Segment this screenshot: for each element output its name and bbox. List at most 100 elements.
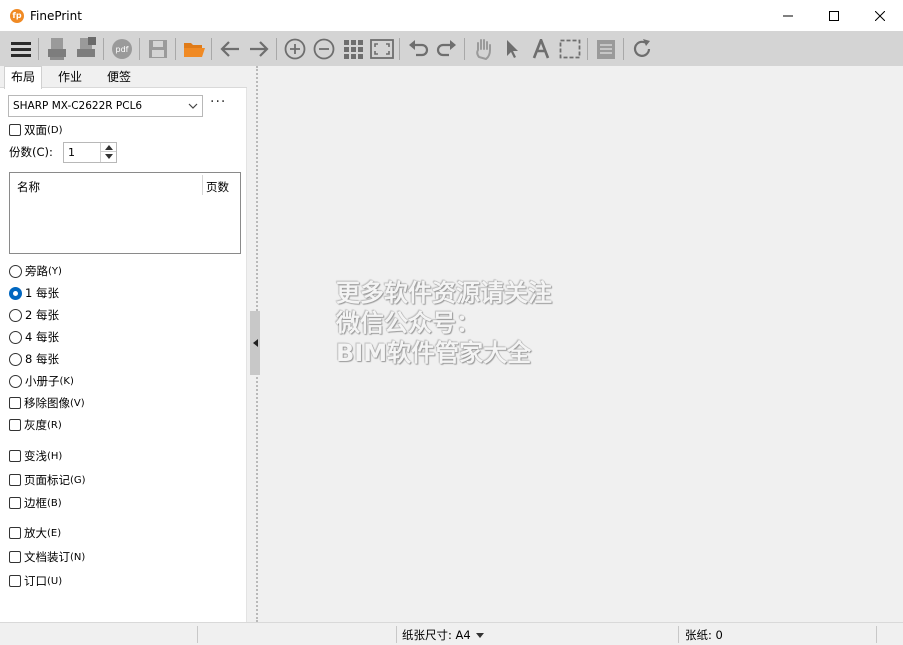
window-controls xyxy=(765,0,903,31)
tab-layout[interactable]: 布局 xyxy=(4,66,43,89)
open-folder-icon xyxy=(183,42,205,57)
select-tool-button[interactable] xyxy=(555,34,584,64)
toolbar-separator xyxy=(587,37,588,60)
toolbar-separator xyxy=(623,37,624,60)
radio-booklet[interactable] xyxy=(9,374,22,388)
notes-button[interactable] xyxy=(591,34,620,64)
tab-notes[interactable]: 便签 xyxy=(101,68,137,88)
printer-dropdown[interactable]: SHARP MX-C2622R PCL6 xyxy=(8,95,203,117)
close-icon xyxy=(875,10,885,21)
layout-option-2up[interactable]: 2 每张 xyxy=(9,307,59,323)
lighten-option[interactable]: 变浅 (H) xyxy=(9,448,62,464)
column-header-pages[interactable]: 页数 xyxy=(206,179,229,195)
lighten-checkbox[interactable] xyxy=(9,450,21,462)
undo-button[interactable] xyxy=(403,34,432,64)
pan-tool-button[interactable] xyxy=(468,34,497,64)
copies-label: 份数(C): xyxy=(9,145,53,159)
copies-decrement-button[interactable] xyxy=(101,152,116,161)
grayscale-option[interactable]: 灰度 (R) xyxy=(9,417,62,433)
refresh-button[interactable] xyxy=(627,34,656,64)
menu-icon xyxy=(10,41,31,57)
printer-selected-value: SHARP MX-C2622R PCL6 xyxy=(13,100,143,112)
collapse-panel-button[interactable] xyxy=(250,311,260,375)
caret-down-icon xyxy=(104,154,113,159)
zoom-in-button[interactable] xyxy=(280,34,309,64)
gutter-checkbox[interactable] xyxy=(9,575,21,587)
save-icon xyxy=(148,39,167,58)
remove-images-option[interactable]: 移除图像 (V) xyxy=(9,395,85,411)
toolbar-separator xyxy=(103,37,104,60)
copies-value: 1 xyxy=(68,146,75,159)
border-checkbox[interactable] xyxy=(9,497,21,509)
menu-button[interactable] xyxy=(6,34,35,64)
pdf-icon: pdf xyxy=(111,38,132,59)
pointer-icon xyxy=(506,39,518,58)
redo-button[interactable] xyxy=(432,34,461,64)
status-divider xyxy=(678,626,679,643)
zoom-out-button[interactable] xyxy=(309,34,338,64)
binding-checkbox[interactable] xyxy=(9,551,21,563)
radio-1up[interactable] xyxy=(9,286,22,300)
column-divider[interactable] xyxy=(202,175,203,195)
radio-4up[interactable] xyxy=(9,330,22,344)
paper-size-label: 纸张尺寸: A4 xyxy=(402,628,471,642)
duplex-checkbox[interactable] xyxy=(9,124,21,136)
toolbar-separator xyxy=(139,37,140,60)
text-tool-button[interactable] xyxy=(526,34,555,64)
radio-2up[interactable] xyxy=(9,308,22,322)
open-button[interactable] xyxy=(179,34,208,64)
print-settings-button[interactable] xyxy=(71,34,100,64)
fit-page-icon xyxy=(369,38,394,59)
binding-option[interactable]: 文档装订 (N) xyxy=(9,549,85,565)
previous-button[interactable] xyxy=(215,34,244,64)
gutter-option[interactable]: 订口 (U) xyxy=(9,573,62,589)
duplex-option[interactable]: 双面 (D) xyxy=(9,122,63,138)
preview-area[interactable]: 更多软件资源请关注 微信公众号： BIM软件管家大全 xyxy=(264,66,903,622)
duplex-label: 双面 xyxy=(24,123,47,137)
layout-option-booklet[interactable]: 小册子 (K) xyxy=(9,373,74,389)
minimize-button[interactable] xyxy=(765,0,811,31)
chevron-down-icon xyxy=(188,103,198,109)
panel-splitter[interactable] xyxy=(247,66,264,622)
printer-more-button[interactable]: ··· xyxy=(210,95,230,111)
copies-spin-buttons xyxy=(100,143,116,162)
printer-icon xyxy=(47,37,66,60)
close-button[interactable] xyxy=(857,0,903,31)
status-bar: 纸张尺寸: A4 张纸: 0 xyxy=(0,622,903,645)
page-marks-option[interactable]: 页面标记 (G) xyxy=(9,472,86,488)
enlarge-checkbox[interactable] xyxy=(9,527,21,539)
print-button[interactable] xyxy=(42,34,71,64)
notes-icon xyxy=(596,39,615,59)
grayscale-checkbox[interactable] xyxy=(9,419,21,431)
layout-option-1up[interactable]: 1 每张 xyxy=(9,285,59,301)
remove-images-checkbox[interactable] xyxy=(9,397,21,409)
watermark-text: 更多软件资源请关注 微信公众号： BIM软件管家大全 xyxy=(336,278,552,368)
paper-size-selector[interactable]: 纸张尺寸: A4 xyxy=(402,627,484,643)
toolbar-separator xyxy=(276,37,277,60)
svg-text:pdf: pdf xyxy=(115,45,128,54)
pointer-tool-button[interactable] xyxy=(497,34,526,64)
border-option[interactable]: 边框 (B) xyxy=(9,495,62,511)
copies-stepper[interactable]: 1 xyxy=(63,142,117,163)
radio-8up[interactable] xyxy=(9,352,22,366)
page-marks-checkbox[interactable] xyxy=(9,474,21,486)
radio-bypass[interactable] xyxy=(9,264,22,278)
maximize-button[interactable] xyxy=(811,0,857,31)
grid-view-button[interactable] xyxy=(338,34,367,64)
column-header-name[interactable]: 名称 xyxy=(17,179,40,195)
layout-option-8up[interactable]: 8 每张 xyxy=(9,351,59,367)
undo-icon xyxy=(408,39,428,56)
copies-increment-button[interactable] xyxy=(101,143,116,152)
layout-option-4up[interactable]: 4 每张 xyxy=(9,329,59,345)
watermark-line-2: 微信公众号： xyxy=(336,309,480,337)
fit-page-button[interactable] xyxy=(367,34,396,64)
next-button[interactable] xyxy=(244,34,273,64)
save-button[interactable] xyxy=(143,34,172,64)
pdf-button[interactable]: pdf xyxy=(107,34,136,64)
enlarge-option[interactable]: 放大 (E) xyxy=(9,525,61,541)
layout-option-bypass[interactable]: 旁路 (Y) xyxy=(9,263,62,279)
job-list[interactable]: 名称 页数 xyxy=(9,172,241,254)
toolbar: pdf xyxy=(0,31,903,66)
tab-job[interactable]: 作业 xyxy=(52,68,88,88)
hand-icon xyxy=(475,38,491,60)
